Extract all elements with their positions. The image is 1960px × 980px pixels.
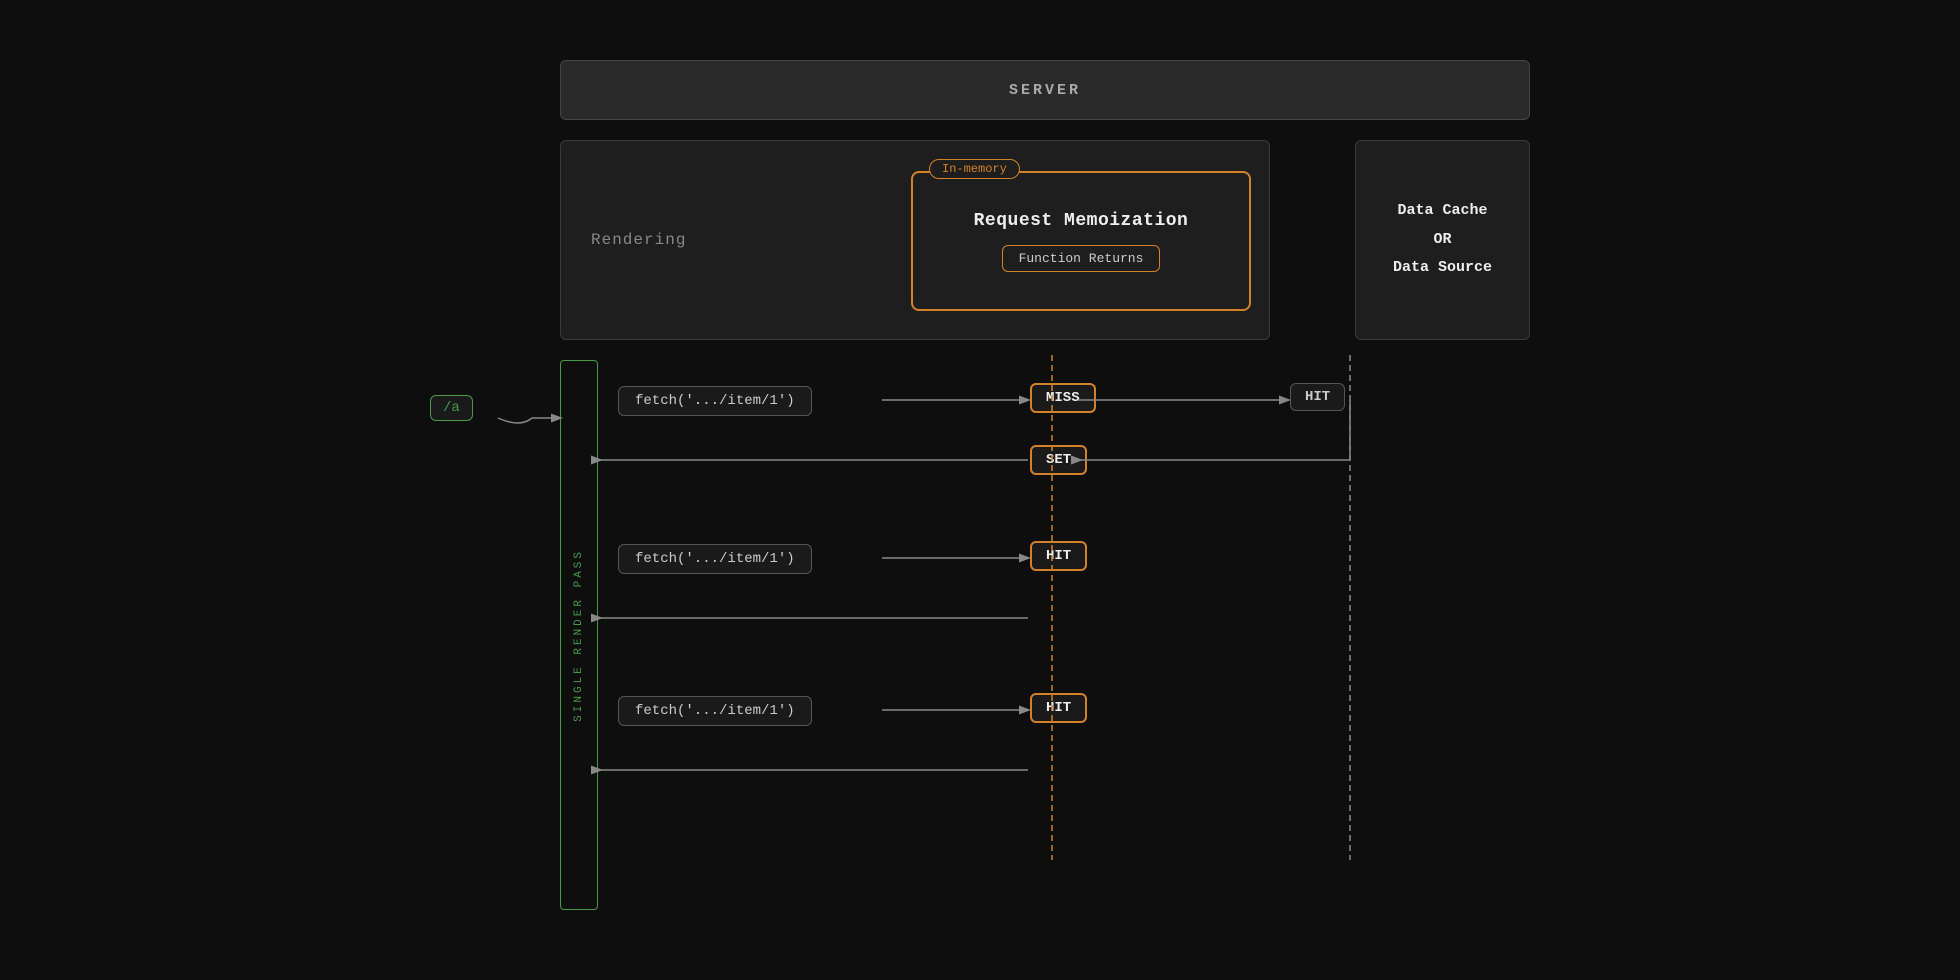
rendering-label: Rendering	[591, 231, 686, 249]
data-cache-box: Data Cache OR Data Source	[1355, 140, 1530, 340]
inmemory-badge: In-memory	[929, 159, 1020, 179]
server-label: SERVER	[1009, 82, 1081, 99]
miss-badge: MISS	[1030, 383, 1096, 413]
render-pass-label: SINGLE RENDER PASS	[573, 549, 585, 722]
data-cache-text: Data Cache OR Data Source	[1393, 197, 1492, 283]
server-box: SERVER	[560, 60, 1530, 120]
render-pass-bar: SINGLE RENDER PASS	[560, 360, 598, 910]
memoization-title: Request Memoization	[974, 211, 1189, 231]
set-badge: SET	[1030, 445, 1087, 475]
memoization-box: In-memory Request Memoization Function R…	[911, 171, 1251, 311]
fetch-box-3: fetch('.../item/1')	[618, 696, 812, 726]
data-cache-line3: Data Source	[1393, 259, 1492, 276]
hit-badge-right: HIT	[1290, 383, 1345, 411]
hit-badge-2: HIT	[1030, 693, 1087, 723]
fetch-box-2: fetch('.../item/1')	[618, 544, 812, 574]
rendering-box: Rendering In-memory Request Memoization …	[560, 140, 1270, 340]
fetch-box-1: fetch('.../item/1')	[618, 386, 812, 416]
data-cache-line1: Data Cache	[1397, 202, 1487, 219]
data-cache-line2: OR	[1433, 231, 1451, 248]
route-a-label: /a	[430, 395, 473, 421]
function-returns-badge: Function Returns	[1002, 245, 1161, 272]
hit-badge-1: HIT	[1030, 541, 1087, 571]
